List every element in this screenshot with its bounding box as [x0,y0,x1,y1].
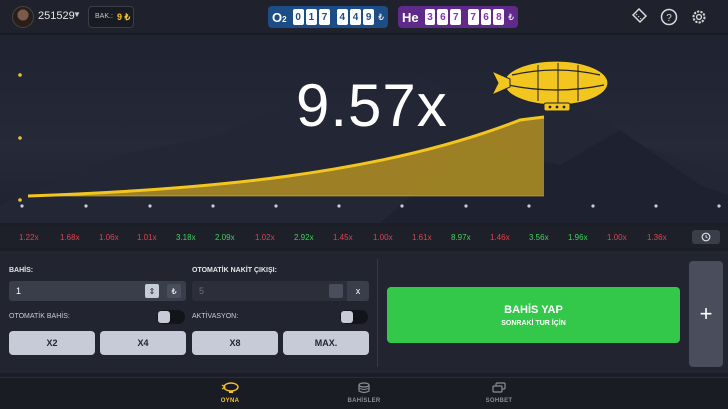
history-item: 1.01x [137,233,157,242]
ticket-icon[interactable] [628,6,650,28]
activation-label: AKTİVASYON: [192,313,239,320]
auto-bet-toggle[interactable] [157,310,185,324]
auto-bet-label: OTOMATİK BAHİS: [9,313,70,320]
currency-button[interactable]: ₺ [167,284,181,298]
nav-bets-label: BAHİSLER [347,398,381,404]
jackpot-digit: 6 [480,9,492,25]
history-item: 1.45x [333,233,353,242]
history-item: 2.92x [294,233,314,242]
auto-cashout-value: 5 [199,286,205,296]
quick-bet-x8-button[interactable]: X8 [192,331,278,355]
auto-cashout-input[interactable]: 5 x [192,281,369,301]
history-item: 1.22x [19,233,39,242]
nav-play[interactable]: OYNA [200,382,260,404]
balance-label: BAK.: [95,13,113,20]
nav-chat-label: SOHBET [485,398,513,404]
jackpot-oxygen-label: O2 [272,9,287,25]
bottom-nav: OYNA BAHİSLER SOHBET [0,377,728,409]
history-item: 1.36x [647,233,667,242]
bet-amount-value: 1 [16,286,22,296]
panel-divider [377,259,378,367]
jackpot-digit: 8 [493,9,505,25]
svg-text:?: ? [666,13,672,24]
jackpot-digit: 9 [363,9,375,25]
place-bet-button[interactable]: BAHİS YAP SONRAKİ TUR İÇİN [387,287,680,343]
history-item: 3.56x [529,233,549,242]
history-item: 1.61x [412,233,432,242]
quick-bet-x2-button[interactable]: X2 [9,331,95,355]
nav-bets[interactable]: BAHİSLER [334,382,394,404]
bet-amount-input[interactable]: 1 ⇕ ₺ [9,281,186,301]
bet-amount-label: BAHİS: [9,267,34,274]
history-item: 1.02x [255,233,275,242]
jackpot-digit: 1 [305,9,317,25]
history-item: 1.46x [490,233,510,242]
help-icon[interactable]: ? [658,6,680,28]
jackpot-digit: 6 [437,9,449,25]
nav-play-label: OYNA [220,398,240,404]
auto-cashout-label: OTOMATİK NAKİT ÇIKIŞI: [192,267,277,274]
jackpot-digit: 7 [318,9,331,25]
place-bet-sublabel: SONRAKİ TUR İÇİN [501,319,566,327]
settings-icon[interactable] [688,6,710,28]
jackpot-oxygen: O2 0 1 7 4 4 9 ₺ [268,6,388,28]
blimp-icon [490,60,609,112]
nav-chat[interactable]: SOHBET [469,382,529,404]
game-area: 9.57x [0,35,728,223]
jackpot-digit: 7 [467,9,479,25]
bet-panel: BAHİS: 1 ⇕ ₺ OTOMATİK NAKİT ÇIKIŞI: 5 x … [0,251,728,373]
history-item: 2.09x [215,233,235,242]
history-toggle-button[interactable] [692,230,720,244]
avatar[interactable] [12,6,34,28]
multiplier-history: 1.22x 1.68x 1.06x 1.01x 3.18x 2.09x 1.02… [0,226,728,248]
add-bet-panel-button[interactable]: + [689,261,723,367]
place-bet-label: BAHİS YAP [504,303,563,316]
history-icon [701,232,711,242]
jackpot-digit: 4 [349,9,362,25]
jackpot-digit: 7 [450,9,462,25]
jackpot-digit: 4 [336,9,348,25]
jackpot-currency: ₺ [378,11,385,22]
chevron-down-icon[interactable]: ▼ [73,10,81,19]
jackpot-currency: ₺ [508,11,515,22]
stepper-icon[interactable]: ⇕ [145,284,159,298]
history-item: 1.06x [99,233,119,242]
current-multiplier: 9.57x [296,72,448,139]
balance-value: 9 ₺ [117,12,131,22]
history-item: 1.68x [60,233,80,242]
quick-bet-max-button[interactable]: MAX. [283,331,369,355]
jackpot-digit: 0 [292,9,304,25]
history-item: 8.97x [451,233,471,242]
history-item: 1.00x [373,233,393,242]
quick-bet-x4-button[interactable]: X4 [100,331,186,355]
user-id[interactable]: 251529 [38,10,75,22]
activation-toggle[interactable] [340,310,368,324]
jackpot-helium-label: He [402,9,419,25]
coins-icon [334,382,394,396]
jackpot-helium: He 3 6 7 7 6 8 ₺ [398,6,518,28]
balance-box: BAK.: 9 ₺ [88,6,134,28]
jackpot-digit: 3 [424,9,436,25]
clear-button[interactable]: x [347,281,369,301]
auto-cashout-checkbox[interactable] [329,284,343,298]
history-item: 1.96x [568,233,588,242]
blimp-icon [200,382,260,396]
history-item: 3.18x [176,233,196,242]
top-bar: 251529 ▼ BAK.: 9 ₺ O2 0 1 7 4 4 9 ₺ He 3… [0,0,728,34]
history-item: 1.00x [607,233,627,242]
chat-icon [469,382,529,396]
